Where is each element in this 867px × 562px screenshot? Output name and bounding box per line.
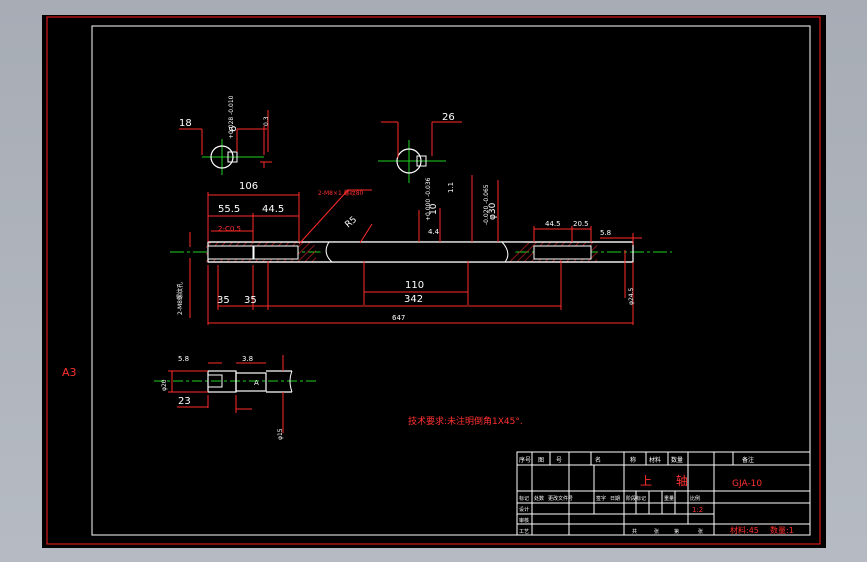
detail-dia-right: φ15 <box>277 428 284 440</box>
section-left-dim-18: 18 <box>179 118 192 129</box>
quantity-label: 数量:1 <box>770 525 794 535</box>
cad-viewport[interactable]: A3 18 6 +0.028 -0.010 0.3 26 106 55.5 44… <box>0 0 867 562</box>
dim-dia-30-tol: -0.020 -0.065 <box>483 184 490 225</box>
title-row-label-0: 标记 <box>519 495 529 502</box>
title-sheet-2: 第 <box>674 528 679 535</box>
title-role-0: 设计 <box>519 506 529 513</box>
dim-55-5: 55.5 <box>218 204 240 215</box>
dim-44-5: 44.5 <box>262 204 284 215</box>
title-header-1: 图 <box>538 457 544 464</box>
title-block-texts: 序号 图 号 名 称 材料 数量 备注 上 轴 GJA-10 标记 处数 更改文… <box>519 456 794 535</box>
title-row-label-2: 更改文件号 <box>548 495 573 502</box>
section-view-right: 26 <box>378 112 462 183</box>
section-view-left: 18 6 +0.028 -0.010 0.3 <box>179 95 272 175</box>
technical-requirements: 技术要求:未注明倒角1X45°. <box>408 415 523 427</box>
chamfer-label: 2-C0.5 <box>218 225 241 233</box>
title-header-4: 称 <box>630 456 636 464</box>
material-label: 材料:45 <box>730 525 759 535</box>
main-shaft-view <box>170 241 672 263</box>
title-sheet-1: 张 <box>654 528 659 535</box>
dim-1-1: 1.1 <box>447 182 455 193</box>
title-header-3: 名 <box>595 456 601 464</box>
title-sheet-0: 共 <box>632 528 637 535</box>
dim-4-4: 4.4 <box>428 228 440 236</box>
dim-right-dia: φ24.5 <box>628 288 635 306</box>
title-stage-2: 比例 <box>690 495 700 502</box>
section-right-dim-26: 26 <box>442 112 455 123</box>
title-role-2: 工艺 <box>519 529 529 535</box>
detail-dia-left: φ20 <box>161 379 168 391</box>
left-thread-note: 2-M8螺纹孔 <box>176 282 184 315</box>
title-header-6: 数量 <box>671 456 683 464</box>
dim-647: 647 <box>392 314 405 322</box>
detail-dim-23: 23 <box>178 396 191 407</box>
dim-44-5-right: 44.5 <box>545 220 561 228</box>
detail-view: 5.8 3.8 A 23 φ20 φ15 <box>154 355 317 440</box>
inner-frame <box>91 25 811 536</box>
title-stage-0: 阶段标记 <box>626 495 646 502</box>
title-row-label-3: 签字 <box>596 495 606 502</box>
dim-5-8: 5.8 <box>600 229 611 237</box>
drawing-svg: A3 18 6 +0.028 -0.010 0.3 26 106 55.5 44… <box>46 16 821 545</box>
dim-106: 106 <box>239 181 258 192</box>
detail-dim-5-8: 5.8 <box>178 355 189 363</box>
sheet-size-label: A3 <box>62 366 77 379</box>
dim-35-b: 35 <box>244 295 257 306</box>
dim-35-a: 35 <box>217 295 230 306</box>
title-header-5: 材料 <box>649 456 661 464</box>
section-left-dim-0-3: 0.3 <box>263 116 270 126</box>
detail-ref-label: A <box>254 379 259 387</box>
title-row-label-4: 日期 <box>610 496 620 502</box>
dim-342: 342 <box>404 294 423 305</box>
title-block <box>516 451 811 536</box>
drawing-canvas[interactable]: A3 18 6 +0.028 -0.010 0.3 26 106 55.5 44… <box>42 15 826 548</box>
detail-dim-3-8: 3.8 <box>242 355 253 363</box>
title-sheet-3: 张 <box>698 528 703 535</box>
section-left-dim-6-tol: +0.028 -0.010 <box>228 95 235 139</box>
title-stage-1: 重量 <box>664 495 674 502</box>
dim-20-5: 20.5 <box>573 220 589 228</box>
dim-110: 110 <box>405 280 424 291</box>
part-name: 上 轴 <box>640 473 698 488</box>
scale-value: 1:2 <box>692 506 703 514</box>
dim-r5: R5 <box>344 215 360 230</box>
title-header-0: 序号 <box>519 456 531 464</box>
dim-10-tol: +0.000 -0.036 <box>425 177 432 221</box>
thread-note: 2-M8×1 螺纹80 <box>318 189 364 197</box>
drawing-number: GJA-10 <box>732 479 762 489</box>
title-role-1: 审核 <box>519 517 529 524</box>
title-header-2: 号 <box>556 457 562 464</box>
title-header-7: 备注 <box>742 456 754 464</box>
title-row-label-1: 处数 <box>534 495 544 502</box>
